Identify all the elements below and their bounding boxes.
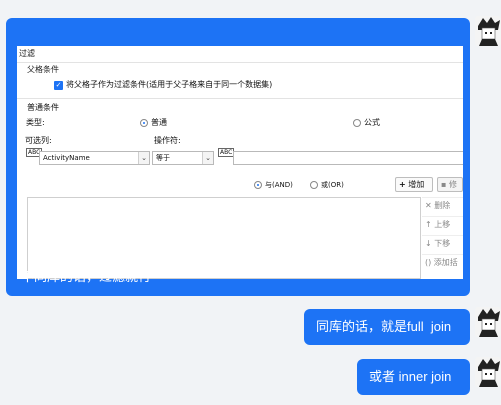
candidate-column-label: 可选列: [25,136,52,145]
move-down-button[interactable]: ↓ 下移 [422,235,463,250]
dialog-title: 过滤 [19,49,35,58]
parent-section-label: 父格条件 [27,65,59,74]
type-normal-label: 普通 [151,118,167,127]
avatar[interactable] [475,307,501,337]
add-bracket-button[interactable]: () 添加括 [422,254,463,269]
avatar[interactable] [475,16,501,46]
normal-section-label: 普通条件 [27,103,59,112]
value-input[interactable] [233,151,463,165]
modify-button-label: 修 [448,180,457,189]
condition-list[interactable] [27,197,421,279]
type-formula-radio[interactable] [353,119,361,127]
message-text: 不同库的话，过滤就行 [21,269,152,284]
plus-icon: + [399,180,406,189]
operator-label: 操作符: [154,136,181,145]
column-select[interactable]: ActivityName ⌄ [39,151,150,165]
user-avatar-icon [475,307,501,337]
user-avatar-icon [475,16,501,46]
move-up-button[interactable]: ↑ 上移 [422,216,463,231]
parent-checkbox[interactable]: ✓ [54,81,63,90]
user-avatar-icon [475,357,501,387]
message-text: 同库的话，就是full join [316,319,452,334]
close-icon: ✕ [425,201,432,210]
type-formula-label: 公式 [364,118,380,127]
column-select-value: ActivityName [43,154,90,162]
filter-dialog-screenshot[interactable]: 过滤 父格条件 ✓ 将父格子作为过滤条件(适用于父子格来自于同一个数据集) 普通… [17,46,463,279]
modify-button[interactable]: ▪ 修 [437,177,463,192]
type-label: 类型: [26,118,45,127]
arrow-up-icon: ↑ [425,220,432,229]
and-label: 与(AND) [265,181,293,189]
operator-select-value: 等于 [156,154,170,162]
or-label: 或(OR) [321,181,344,189]
edit-icon: ▪ [441,180,447,189]
or-radio[interactable] [310,181,318,189]
arrow-down-icon: ↓ [425,239,432,248]
abc-value-icon: ABC [218,148,235,157]
type-normal-radio[interactable] [140,119,148,127]
and-radio[interactable] [254,181,262,189]
message-bubble-image[interactable]: 过滤 父格条件 ✓ 将父格子作为过滤条件(适用于父子格来自于同一个数据集) 普通… [6,18,470,296]
chevron-down-icon: ⌄ [138,152,149,164]
message-text: 或者 inner join [369,369,452,384]
message-bubble[interactable]: 同库的话，就是full join [304,309,470,345]
delete-button[interactable]: ✕ 删除 [422,197,463,212]
chevron-down-icon: ⌄ [202,152,213,164]
parent-checkbox-label: 将父格子作为过滤条件(适用于父子格来自于同一个数据集) [66,80,273,89]
operator-select[interactable]: 等于 ⌄ [152,151,214,165]
message-bubble[interactable]: 或者 inner join [357,359,470,395]
add-button[interactable]: + 增加 [395,177,433,192]
avatar[interactable] [475,357,501,387]
bracket-icon: () [425,258,432,267]
add-button-label: 增加 [408,180,425,189]
